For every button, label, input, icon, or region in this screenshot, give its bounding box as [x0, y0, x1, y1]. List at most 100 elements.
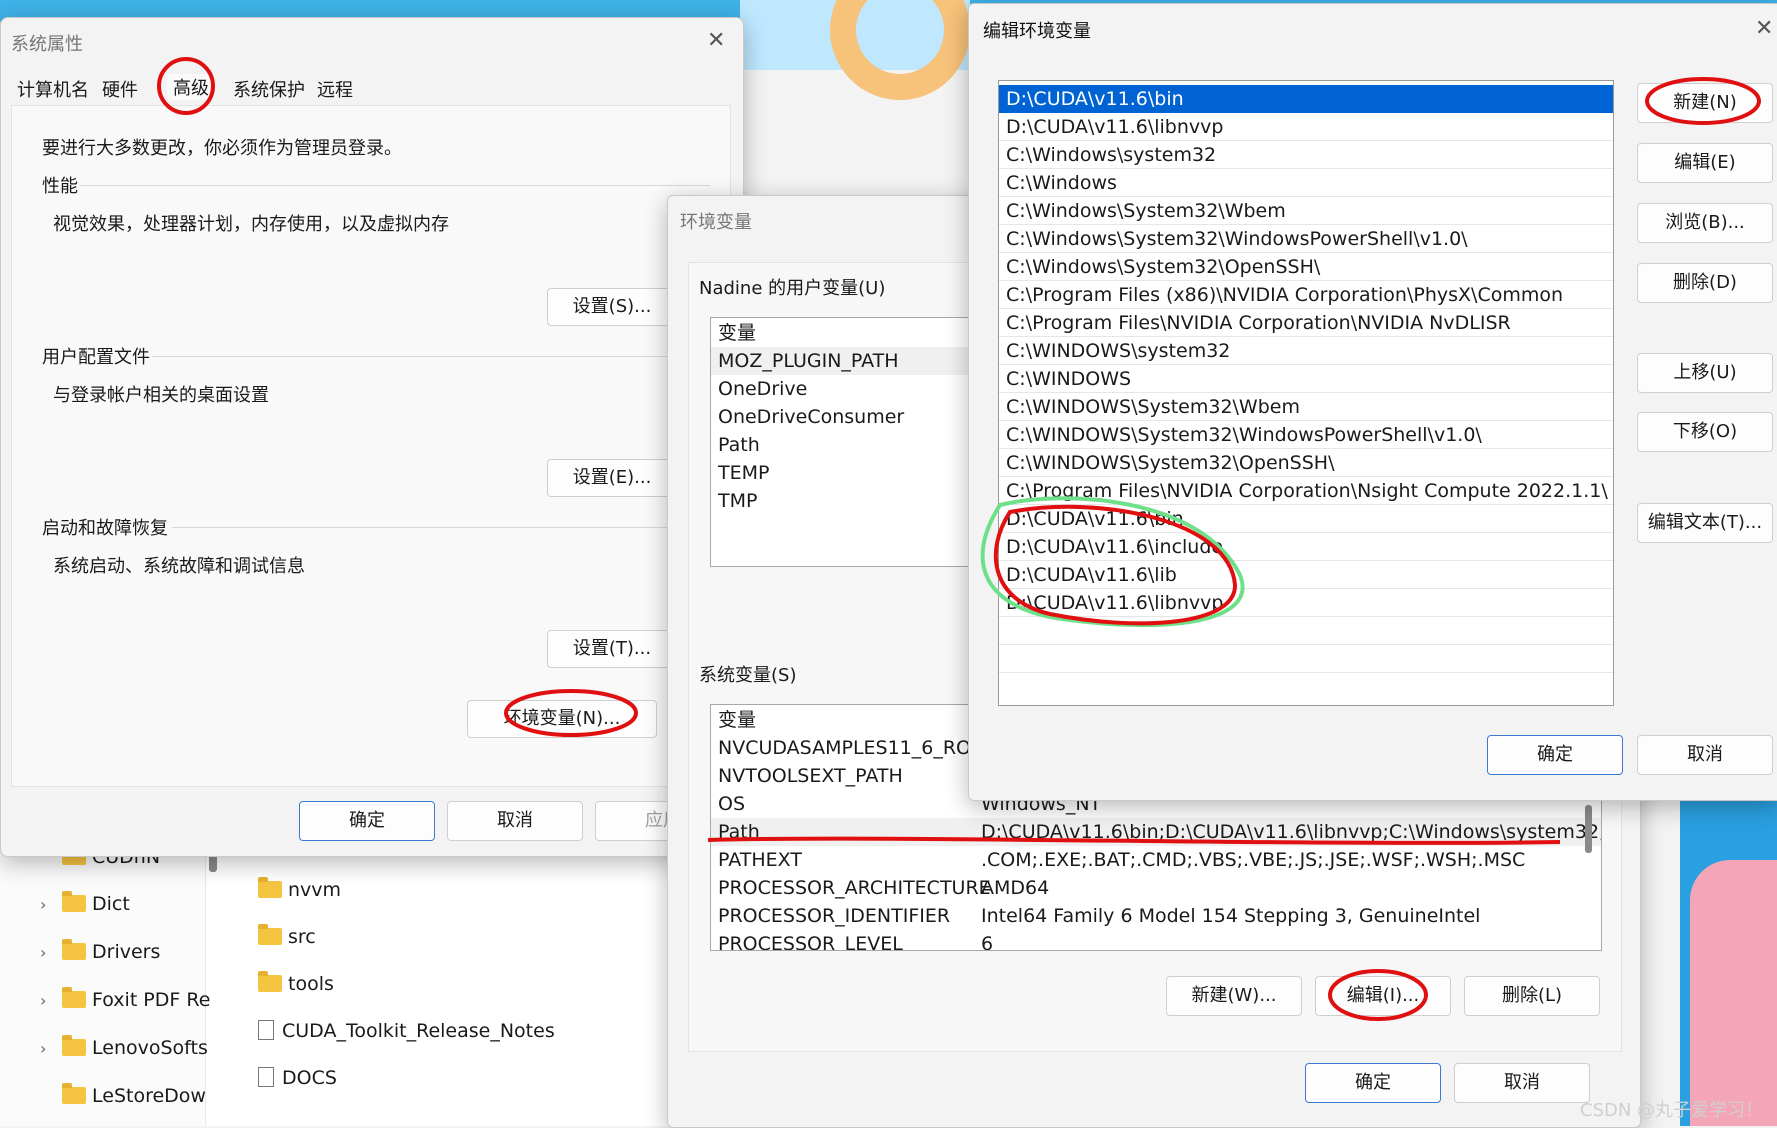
environment-variables-button[interactable]: 环境变量(N)... [467, 700, 657, 738]
startup-group-label: 启动和故障恢复 [42, 518, 168, 539]
path-edit-button[interactable]: 编辑(E) [1637, 143, 1773, 183]
path-entry[interactable]: D:\CUDA\v11.6\libnvvp [999, 589, 1613, 617]
edit-cancel-button[interactable]: 取消 [1637, 735, 1773, 775]
folder-icon [62, 1035, 86, 1056]
system-new-button[interactable]: 新建(W)... [1166, 976, 1302, 1016]
path-entry[interactable]: C:\WINDOWS\System32\OpenSSH\ [999, 449, 1613, 477]
edit-env-titlebar[interactable]: 编辑环境变量 ✕ [969, 4, 1777, 48]
tab-hardware[interactable]: 硬件 [102, 76, 138, 102]
performance-group-label: 性能 [42, 176, 78, 197]
path-edit-text-button[interactable]: 编辑文本(T)... [1637, 503, 1773, 543]
folder-icon [62, 1083, 86, 1104]
row-divider [999, 140, 1613, 141]
path-entry[interactable]: D:\CUDA\v11.6\include [999, 533, 1613, 561]
chevron-right-icon[interactable]: › [40, 888, 62, 922]
performance-desc: 视觉效果，处理器计划，内存使用，以及虚拟内存 [53, 214, 449, 235]
var-name: PROCESSOR_IDENTIFIER [718, 905, 951, 927]
path-entry[interactable]: C:\Program Files\NVIDIA Corporation\NVID… [999, 309, 1613, 337]
sys-cancel-button[interactable]: 取消 [447, 801, 583, 841]
path-new-button[interactable]: 新建(N) [1637, 83, 1773, 123]
tab-advanced[interactable]: 高级 [167, 74, 215, 100]
folder-icon [62, 939, 86, 960]
chevron-right-icon[interactable]: › [40, 936, 62, 970]
var-name: NVCUDASAMPLES11_6_RO... [718, 737, 989, 759]
tree-item[interactable]: › Dict [40, 887, 130, 921]
startup-desc: 系统启动、系统故障和调试信息 [53, 556, 305, 577]
path-entry[interactable]: C:\Windows\system32 [999, 141, 1613, 169]
path-entry[interactable]: C:\Windows [999, 169, 1613, 197]
path-entry[interactable]: C:\WINDOWS\System32\WindowsPowerShell\v1… [999, 421, 1613, 449]
performance-settings-button[interactable]: 设置(S)... [547, 288, 677, 326]
row-divider [999, 308, 1613, 309]
close-icon[interactable]: ✕ [707, 28, 725, 53]
tree-item[interactable]: › Drivers [40, 935, 160, 969]
path-delete-button[interactable]: 删除(D) [1637, 263, 1773, 303]
table-row[interactable]: PROCESSOR_ARCHITECTURE AMD64 [711, 874, 1601, 902]
row-divider [999, 168, 1613, 169]
tree-item[interactable]: LeStoreDow [40, 1079, 206, 1113]
tree-item[interactable]: › Foxit PDF Re [40, 983, 210, 1017]
var-name: OS [718, 793, 746, 815]
system-properties-titlebar[interactable]: 系统属性 ✕ [1, 18, 743, 62]
system-delete-button[interactable]: 删除(L) [1464, 976, 1600, 1016]
path-entry[interactable]: C:\Program Files\NVIDIA Corporation\Nsig… [999, 477, 1613, 505]
folder-icon [258, 924, 282, 945]
edit-ok-button[interactable]: 确定 [1487, 735, 1623, 775]
var-value: 6 [981, 933, 994, 951]
tab-system-protection[interactable]: 系统保护 [233, 76, 305, 102]
path-entry[interactable]: D:\CUDA\v11.6\libnvvp [999, 113, 1613, 141]
path-entry[interactable]: D:\CUDA\v11.6\bin [999, 85, 1613, 113]
file-item[interactable]: CUDA_Toolkit_Release_Notes [258, 1014, 555, 1048]
folder-icon [258, 877, 282, 898]
path-browse-button[interactable]: 浏览(B)... [1637, 203, 1773, 243]
path-entry[interactable]: C:\Windows\System32\Wbem [999, 197, 1613, 225]
file-item[interactable]: tools [258, 967, 334, 1001]
row-divider [999, 588, 1613, 589]
path-entry[interactable]: D:\CUDA\v11.6\lib [999, 561, 1613, 589]
table-row[interactable]: Path D:\CUDA\v11.6\bin;D:\CUDA\v11.6\libn… [711, 818, 1601, 846]
path-entry[interactable]: C:\WINDOWS\System32\Wbem [999, 393, 1613, 421]
profile-desc: 与登录帐户相关的桌面设置 [53, 385, 269, 406]
var-value: .COM;.EXE;.BAT;.CMD;.VBS;.VBE;.JS;.JSE;.… [981, 849, 1526, 871]
tab-remote[interactable]: 远程 [317, 76, 353, 102]
path-entry[interactable]: C:\Program Files (x86)\NVIDIA Corporatio… [999, 281, 1613, 309]
document-icon [258, 1067, 274, 1087]
group-border [80, 185, 710, 186]
folder-icon [258, 971, 282, 992]
path-entry[interactable]: C:\WINDOWS\system32 [999, 337, 1613, 365]
path-move-down-button[interactable]: 下移(O) [1637, 412, 1773, 452]
file-item[interactable]: src [258, 920, 316, 954]
row-divider [999, 420, 1613, 421]
path-entry[interactable]: C:\WINDOWS [999, 365, 1613, 393]
table-row[interactable]: PROCESSOR_LEVEL 6 [711, 930, 1601, 951]
system-edit-button[interactable]: 编辑(I)... [1315, 976, 1451, 1016]
profile-group-label: 用户配置文件 [42, 347, 150, 368]
path-move-up-button[interactable]: 上移(U) [1637, 353, 1773, 393]
row-divider [999, 504, 1613, 505]
chevron-right-icon[interactable]: › [40, 1032, 62, 1066]
profile-settings-button[interactable]: 设置(E)... [547, 459, 677, 497]
advanced-tab-panel: 要进行大多数更改，你必须作为管理员登录。 性能 视觉效果，处理器计划，内存使用，… [11, 105, 731, 787]
watermark: CSDN @丸子爱学习！ [1580, 1100, 1764, 1121]
table-row[interactable]: PATHEXT .COM;.EXE;.BAT;.CMD;.VBS;.VBE;.JS… [711, 846, 1601, 874]
env-cancel-button[interactable]: 取消 [1454, 1063, 1590, 1103]
sys-ok-button[interactable]: 确定 [299, 801, 435, 841]
path-entry[interactable]: D:\CUDA\v11.6\bin [999, 505, 1613, 533]
file-item[interactable]: nvvm [258, 873, 341, 907]
path-entry[interactable]: C:\Windows\System32\WindowsPowerShell\v1… [999, 225, 1613, 253]
system-vars-group-label: 系统变量(S) [699, 665, 797, 686]
tree-item[interactable]: › LenovoSofts [40, 1031, 208, 1065]
startup-settings-button[interactable]: 设置(T)... [547, 630, 677, 668]
path-entries-list[interactable]: D:\CUDA\v11.6\bin D:\CUDA\v11.6\libnvvp … [998, 80, 1614, 706]
system-vars-scrollbar[interactable] [1585, 805, 1592, 853]
file-item[interactable]: DOCS [258, 1061, 337, 1095]
table-row[interactable]: PROCESSOR_IDENTIFIER Intel64 Family 6 Mod… [711, 902, 1601, 930]
chevron-right-icon[interactable]: › [40, 984, 62, 1018]
row-divider [999, 476, 1613, 477]
tab-computer-name[interactable]: 计算机名 [17, 76, 89, 102]
env-ok-button[interactable]: 确定 [1305, 1063, 1441, 1103]
row-divider [999, 616, 1613, 617]
row-divider [999, 560, 1613, 561]
path-entry[interactable]: C:\Windows\System32\OpenSSH\ [999, 253, 1613, 281]
close-icon[interactable]: ✕ [1755, 16, 1773, 41]
